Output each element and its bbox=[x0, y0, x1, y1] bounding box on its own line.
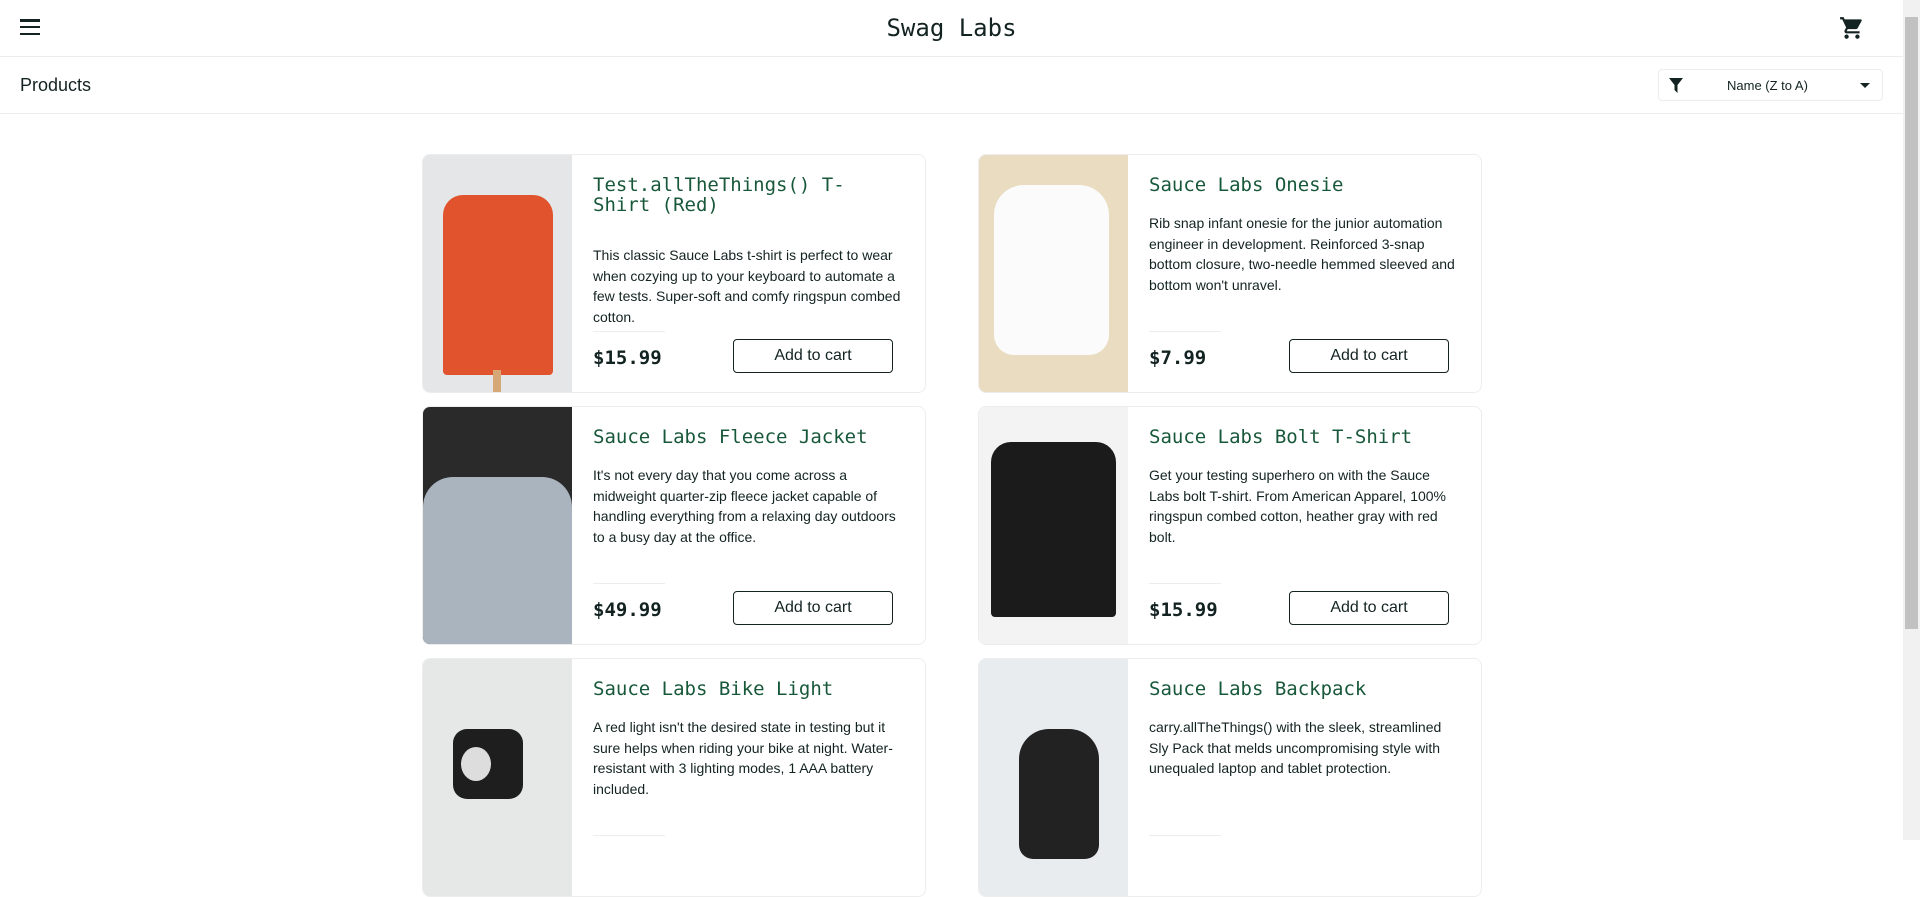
product-image[interactable] bbox=[423, 407, 572, 644]
product-name-link[interactable]: Sauce Labs Fleece Jacket bbox=[593, 427, 893, 447]
inventory-item: Test.allTheThings() T-Shirt (Red) This c… bbox=[422, 154, 926, 393]
product-name-link[interactable]: Sauce Labs Backpack bbox=[1149, 679, 1449, 699]
product-name-link[interactable]: Test.allTheThings() T-Shirt (Red) bbox=[593, 175, 893, 215]
inventory-item: Sauce Labs Backpack carry.allTheThings()… bbox=[978, 658, 1482, 897]
product-description: It's not every day that you come across … bbox=[593, 467, 896, 545]
product-price: $49.99 bbox=[593, 599, 662, 621]
page-title: Products bbox=[20, 75, 92, 95]
product-name-link[interactable]: Sauce Labs Bike Light bbox=[593, 679, 893, 699]
secondary-header: Products Name (Z to A) bbox=[0, 57, 1903, 114]
product-description: This classic Sauce Labs t-shirt is perfe… bbox=[593, 247, 901, 325]
divider bbox=[593, 583, 665, 584]
add-to-cart-button[interactable]: Add to cart bbox=[1289, 339, 1449, 373]
inventory-item: Sauce Labs Bolt T-Shirt Get your testing… bbox=[978, 406, 1482, 645]
add-to-cart-button[interactable]: Add to cart bbox=[733, 339, 893, 373]
product-description: Rib snap infant onesie for the junior au… bbox=[1149, 215, 1455, 293]
product-image[interactable] bbox=[979, 659, 1128, 896]
product-description: A red light isn't the desired state in t… bbox=[593, 719, 893, 797]
divider bbox=[1149, 835, 1221, 836]
scrollbar-thumb[interactable] bbox=[1905, 17, 1918, 629]
sort-dropdown[interactable]: Name (Z to A) bbox=[1658, 69, 1883, 101]
shopping-cart-icon[interactable] bbox=[1839, 15, 1865, 41]
divider bbox=[593, 331, 665, 332]
top-bar: Swag Labs bbox=[0, 0, 1903, 57]
product-name-link[interactable]: Sauce Labs Onesie bbox=[1149, 175, 1449, 195]
divider bbox=[1149, 583, 1221, 584]
app-logo: Swag Labs bbox=[886, 14, 1017, 42]
divider bbox=[1149, 331, 1221, 332]
product-image[interactable] bbox=[423, 155, 572, 392]
product-name-link[interactable]: Sauce Labs Bolt T-Shirt bbox=[1149, 427, 1449, 447]
product-image[interactable] bbox=[423, 659, 572, 896]
sort-selected-value: Name (Z to A) bbox=[1727, 78, 1808, 93]
menu-icon[interactable] bbox=[20, 19, 40, 35]
product-price: $15.99 bbox=[593, 347, 662, 369]
add-to-cart-button[interactable]: Add to cart bbox=[1289, 591, 1449, 625]
inventory-item: Sauce Labs Onesie Rib snap infant onesie… bbox=[978, 154, 1482, 393]
product-description: carry.allTheThings() with the sleek, str… bbox=[1149, 719, 1442, 776]
product-image[interactable] bbox=[979, 155, 1128, 392]
divider bbox=[593, 835, 665, 836]
chevron-down-icon bbox=[1860, 83, 1870, 88]
inventory-item: Sauce Labs Fleece Jacket It's not every … bbox=[422, 406, 926, 645]
product-price: $15.99 bbox=[1149, 599, 1218, 621]
add-to-cart-button[interactable]: Add to cart bbox=[733, 591, 893, 625]
scrollbar[interactable] bbox=[1903, 0, 1920, 840]
filter-icon bbox=[1669, 78, 1683, 93]
inventory-item: Sauce Labs Bike Light A red light isn't … bbox=[422, 658, 926, 897]
product-description: Get your testing superhero on with the S… bbox=[1149, 467, 1446, 545]
product-price: $7.99 bbox=[1149, 347, 1207, 369]
product-image[interactable] bbox=[979, 407, 1128, 644]
